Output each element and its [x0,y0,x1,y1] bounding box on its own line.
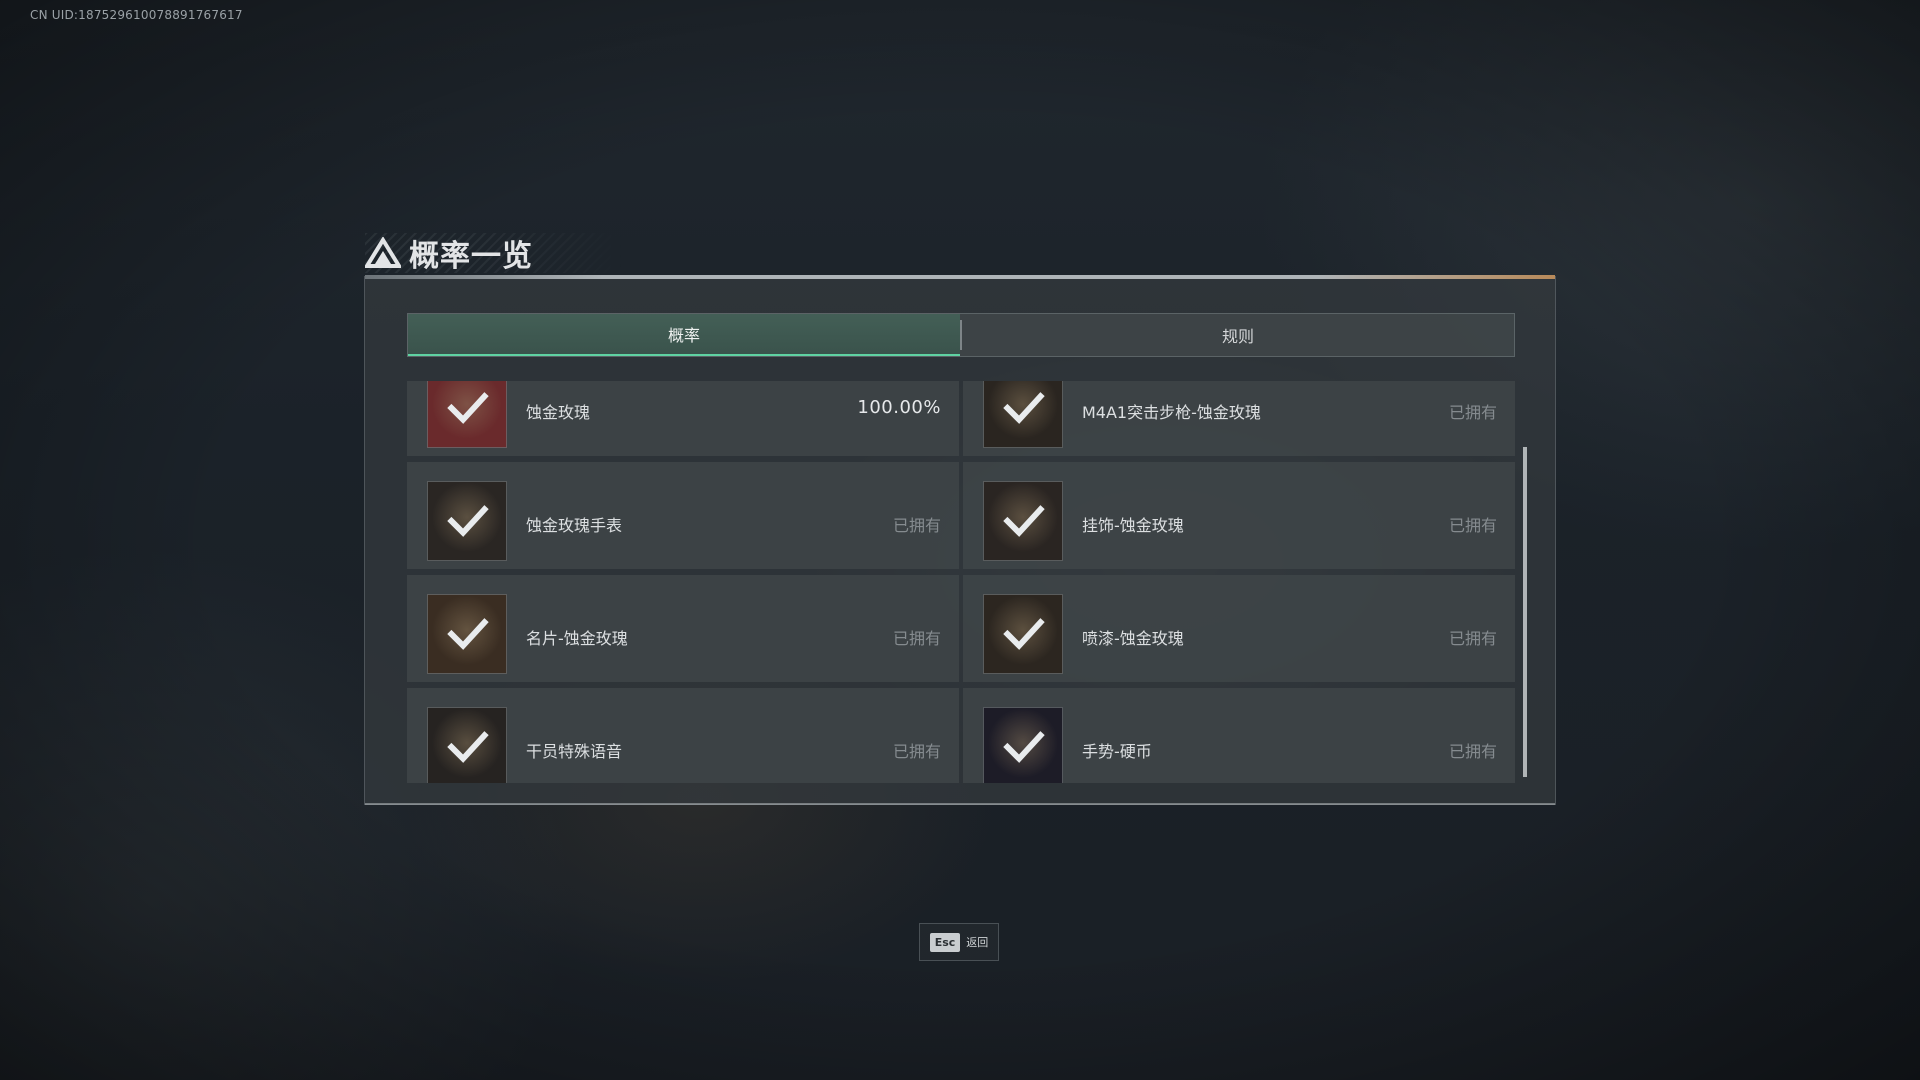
back-hint[interactable]: Esc 返回 [919,923,999,961]
reward-list[interactable]: 蚀金玫瑰 100.00% M4A1突击步枪-蚀金玫瑰 已拥有 蚀金玫瑰手表 已拥有 挂饰-蚀… [407,381,1515,783]
tab-rules[interactable]: 规则 [962,314,1514,356]
back-label: 返回 [966,936,989,949]
panel-top-border [365,275,1555,279]
rifle-skin-icon [983,381,1063,448]
list-scrollbar[interactable] [1523,447,1527,777]
charm-icon [983,481,1063,561]
watch-icon [427,481,507,561]
reward-name: 蚀金玫瑰 [526,403,591,422]
owned-status: 已拥有 [892,629,941,648]
owned-check-icon [447,618,489,650]
owned-status: 已拥有 [1448,516,1497,535]
dialog-header: 概率一览 [365,233,625,274]
reward-name: M4A1突击步枪-蚀金玫瑰 [1082,403,1261,422]
reward-item[interactable]: 蚀金玫瑰手表 已拥有 [407,462,959,569]
reward-item[interactable]: 喷漆-蚀金玫瑰 已拥有 [963,575,1515,682]
owned-check-icon [1003,505,1045,537]
owned-status: 已拥有 [1448,629,1497,648]
name-card-icon [427,594,507,674]
reward-item[interactable]: 干员特殊语音 已拥有 [407,688,959,783]
probability-dialog: 概率 规则 蚀金玫瑰 100.00% M4A1突击步枪-蚀金玫瑰 已拥有 蚀金玫瑰手表已… [364,275,1556,805]
reward-item[interactable]: 名片-蚀金玫瑰 已拥有 [407,575,959,682]
owned-check-icon [447,505,489,537]
owned-check-icon [1003,392,1045,424]
owned-status: 已拥有 [892,516,941,535]
owned-status: 已拥有 [1448,403,1497,422]
reward-item[interactable]: 手势-硬币 已拥有 [963,688,1515,783]
owned-check-icon [447,392,489,424]
owned-check-icon [447,731,489,763]
reward-item[interactable]: M4A1突击步枪-蚀金玫瑰 已拥有 [963,381,1515,456]
reward-name: 喷漆-蚀金玫瑰 [1082,629,1184,648]
gesture-icon [983,707,1063,783]
owned-status: 已拥有 [892,742,941,761]
delta-logo-icon [365,237,401,268]
reward-name: 手势-硬币 [1082,742,1152,761]
tab-bar: 概率 规则 [407,313,1515,357]
page-title: 概率一览 [409,239,533,274]
tab-probability[interactable]: 概率 [408,314,960,356]
owned-check-icon [1003,731,1045,763]
player-uid: CN UID:187529610078891767617 [30,8,243,22]
reward-name: 挂饰-蚀金玫瑰 [1082,516,1184,535]
reward-name: 干员特殊语音 [526,742,623,761]
operator-skin-icon [427,381,507,448]
reward-item[interactable]: 蚀金玫瑰 100.00% [407,381,959,456]
reward-item[interactable]: 挂饰-蚀金玫瑰 已拥有 [963,462,1515,569]
voice-line-icon [427,707,507,783]
panel-bottom-border [365,803,1555,805]
esc-key-icon: Esc [929,932,961,952]
reward-name: 名片-蚀金玫瑰 [526,629,628,648]
owned-status: 已拥有 [1448,742,1497,761]
reward-grid: 蚀金玫瑰 100.00% M4A1突击步枪-蚀金玫瑰 已拥有 蚀金玫瑰手表 已拥有 挂饰-蚀… [407,381,1515,783]
reward-probability: 100.00% [857,397,941,418]
spray-icon [983,594,1063,674]
owned-check-icon [1003,618,1045,650]
reward-name: 蚀金玫瑰手表 [526,516,623,535]
